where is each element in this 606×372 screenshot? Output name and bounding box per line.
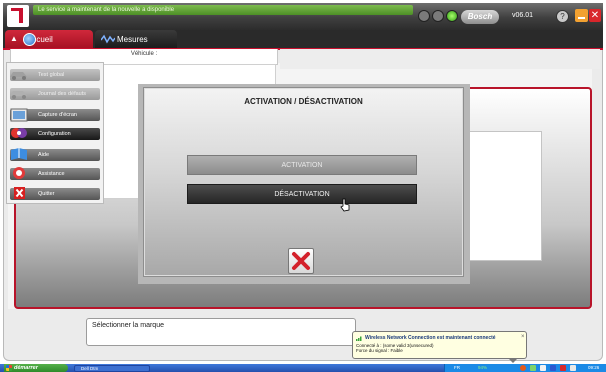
notification-title: Wireless Network Connection est maintena… [365, 335, 496, 341]
activation-button[interactable]: ACTIVATION [187, 155, 417, 175]
desactivation-button[interactable]: DÉSACTIVATION [187, 184, 417, 204]
windows-flag-icon [6, 365, 12, 371]
tray-icon[interactable] [560, 365, 566, 371]
tab-accueil[interactable]: Accueil [5, 30, 93, 49]
home-icon [23, 33, 36, 46]
tab-bar [3, 30, 603, 48]
tray-icon[interactable] [520, 365, 526, 371]
status-icon-2[interactable] [432, 10, 444, 22]
tray-icon[interactable] [570, 365, 576, 371]
close-icon[interactable]: × [521, 334, 525, 340]
tray-icon[interactable] [530, 365, 536, 371]
close-icon [292, 252, 310, 270]
quit-icon [14, 187, 25, 199]
notification-pointer [508, 358, 518, 363]
lifebuoy-icon [13, 167, 25, 179]
header-banner: Le service a maintenant de la nouvelle a… [33, 5, 413, 15]
language-indicator[interactable]: FR [454, 365, 460, 370]
car-icon [10, 91, 27, 99]
notification-line: Force du signal : Faible [356, 348, 403, 353]
minimize-button[interactable] [575, 9, 588, 22]
header-info-panel [280, 49, 600, 69]
tray-icon[interactable] [540, 365, 546, 371]
battery-indicator[interactable]: 94% [478, 365, 487, 370]
help-book-icon [11, 148, 27, 160]
app-logo [7, 5, 29, 27]
start-button[interactable]: démarrer [4, 364, 68, 372]
configuration-icon [11, 128, 27, 138]
brand-select[interactable]: Sélectionner la marque [86, 318, 356, 346]
hand-cursor-icon [340, 198, 350, 212]
wifi-notification[interactable]: Wireless Network Connection est maintena… [352, 331, 527, 359]
screenshot-icon [10, 108, 28, 122]
clock: 09:26 [588, 365, 600, 370]
wifi-icon [356, 336, 362, 341]
help-icon[interactable]: ? [556, 10, 569, 23]
connection-status-icon [446, 10, 458, 22]
close-app-button[interactable]: ✕ [589, 9, 601, 22]
wave-measure-icon [101, 34, 115, 44]
chevron-up-icon[interactable]: ▲ [10, 34, 18, 43]
version-label: v06.01 [512, 12, 534, 19]
dialog-title: ACTIVATION / DÉSACTIVATION [244, 97, 363, 106]
brand-badge: Bosch [461, 10, 499, 24]
dialog-close-button[interactable] [288, 248, 314, 274]
tray-icon[interactable] [550, 365, 556, 371]
taskbar-item[interactable]: Dell Dtm [74, 365, 150, 372]
status-icon-1[interactable] [418, 10, 430, 22]
car-icon [10, 72, 27, 80]
